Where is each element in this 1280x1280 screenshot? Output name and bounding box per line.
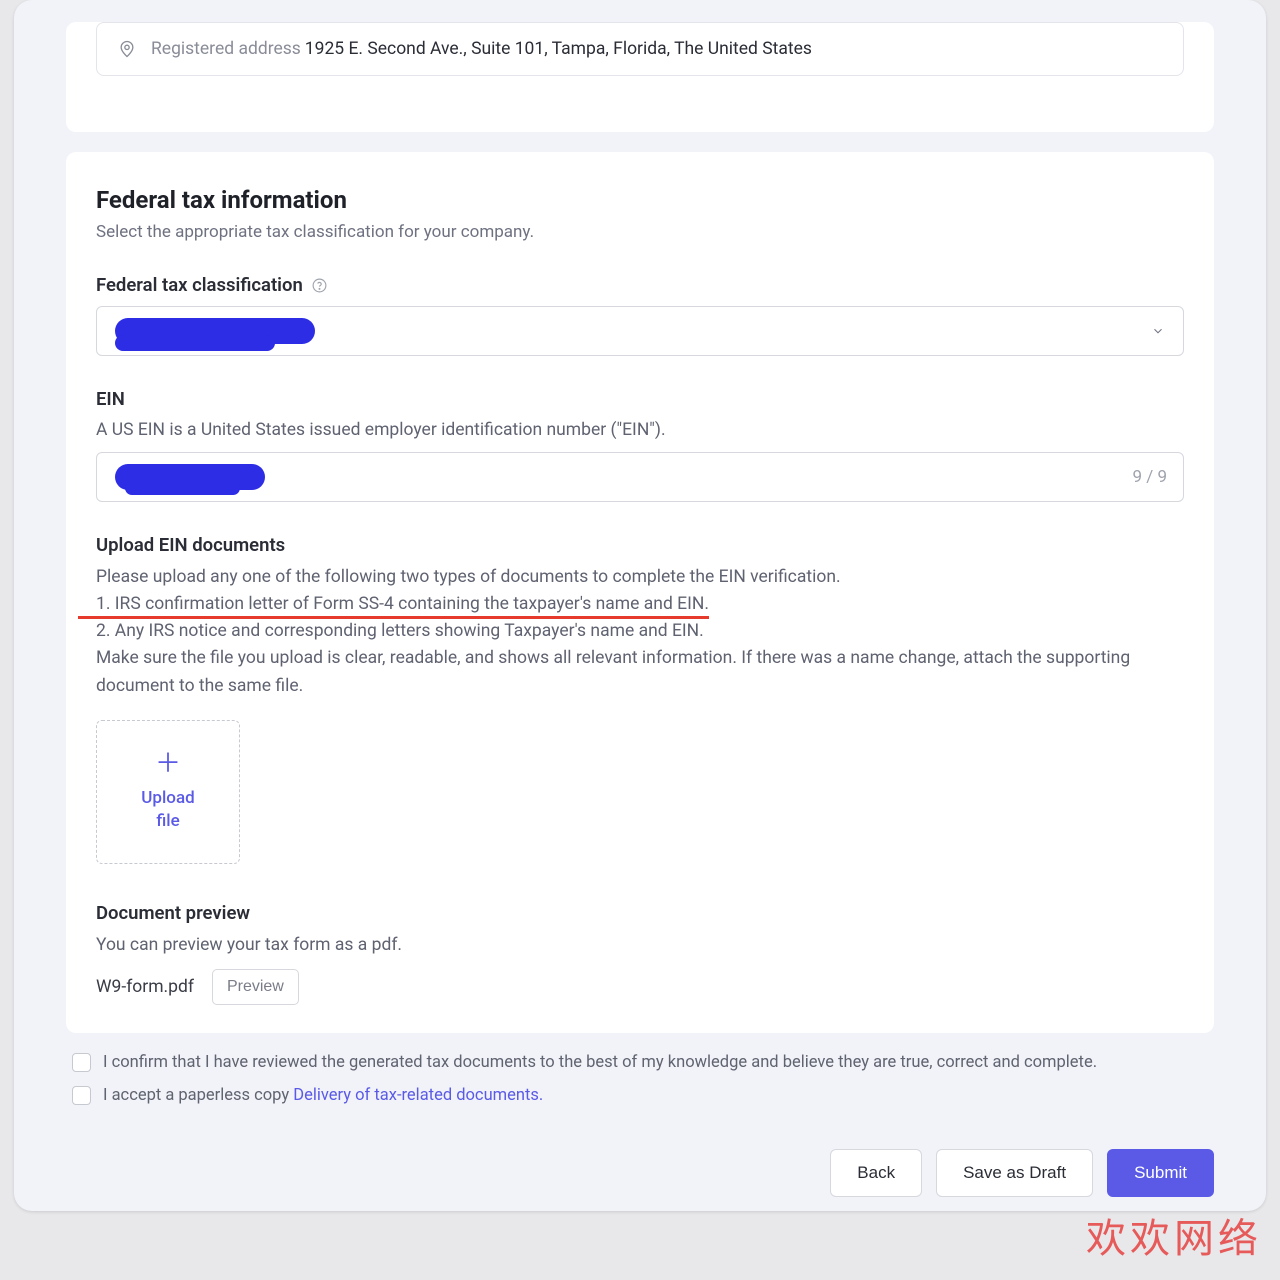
redacted-value (115, 335, 275, 351)
address-card: Registered address 1925 E. Second Ave., … (66, 22, 1214, 132)
upload-note: Make sure the file you upload is clear, … (96, 645, 1184, 699)
action-bar: Back Save as Draft Submit (66, 1149, 1214, 1197)
upload-intro: Please upload any one of the following t… (96, 564, 1184, 591)
paperless-text: I accept a paperless copy (103, 1086, 293, 1105)
upload-item-2: 2. Any IRS notice and corresponding lett… (96, 618, 1184, 645)
ein-description: A US EIN is a United States issued emplo… (96, 420, 1184, 440)
upload-item-1: 1. IRS confirmation letter of Form SS-4 … (78, 594, 709, 619)
submit-button[interactable]: Submit (1107, 1149, 1214, 1197)
redacted-value (125, 481, 240, 495)
upload-heading: Upload EIN documents (96, 534, 1184, 556)
ein-label: EIN (96, 388, 1184, 410)
form-page: Registered address 1925 E. Second Ave., … (14, 0, 1266, 1211)
watermark: 欢欢网络 (1086, 1206, 1262, 1264)
confirm-review-text: I confirm that I have reviewed the gener… (103, 1053, 1097, 1072)
document-preview-sub: You can preview your tax form as a pdf. (96, 932, 1184, 959)
registered-address-label: Registered address (151, 39, 301, 59)
location-pin-icon (117, 39, 137, 59)
back-button[interactable]: Back (830, 1149, 922, 1197)
preview-button[interactable]: Preview (212, 969, 299, 1005)
registered-address-row: Registered address 1925 E. Second Ave., … (96, 22, 1184, 76)
section-title: Federal tax information (96, 186, 1184, 214)
federal-tax-card: Federal tax information Select the appro… (66, 152, 1214, 1033)
ein-input[interactable]: 9 / 9 (96, 452, 1184, 502)
delivery-link[interactable]: Delivery of tax-related documents. (293, 1086, 543, 1105)
classification-label: Federal tax classification (96, 274, 1184, 296)
document-preview-heading: Document preview (96, 902, 1184, 924)
ein-char-counter: 9 / 9 (1132, 467, 1167, 487)
classification-select[interactable] (96, 306, 1184, 356)
registered-address-value: 1925 E. Second Ave., Suite 101, Tampa, F… (305, 39, 812, 59)
confirm-review-checkbox[interactable] (72, 1053, 91, 1072)
plus-icon: ＋ (155, 751, 181, 777)
chevron-down-icon (1151, 324, 1165, 338)
document-filename: W9-form.pdf (96, 977, 194, 997)
upload-file-label: Upload file (133, 787, 203, 833)
confirmations: I confirm that I have reviewed the gener… (66, 1053, 1214, 1105)
save-draft-button[interactable]: Save as Draft (936, 1149, 1093, 1197)
section-subtitle: Select the appropriate tax classificatio… (96, 222, 1184, 242)
upload-file-button[interactable]: ＋ Upload file (96, 720, 240, 864)
help-circle-icon[interactable] (311, 277, 328, 294)
accept-paperless-checkbox[interactable] (72, 1086, 91, 1105)
